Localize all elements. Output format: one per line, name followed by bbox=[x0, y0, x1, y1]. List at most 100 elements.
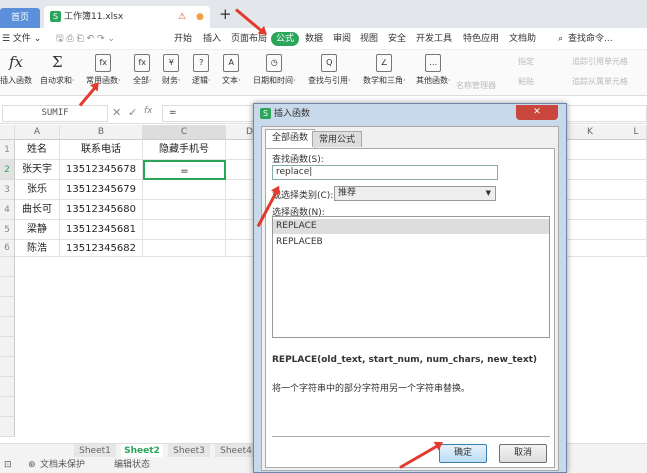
cell[interactable]: 13512345682 bbox=[60, 240, 143, 257]
row-header[interactable] bbox=[0, 257, 15, 277]
row-header[interactable]: 5 bbox=[0, 220, 15, 240]
insert-function-button[interactable]: fx 插入函数 bbox=[0, 54, 32, 86]
cell[interactable]: 13512345679 bbox=[60, 180, 143, 200]
row-header[interactable] bbox=[0, 357, 15, 377]
sheet-tab-2[interactable]: Sheet2 bbox=[121, 444, 163, 458]
quick-access-icons[interactable]: 🖫 ⎙ ⎗ ↶ ↷ ⌄ bbox=[56, 28, 115, 50]
menu-formula[interactable]: 公式 bbox=[271, 32, 300, 46]
math-icon: ∠ bbox=[376, 54, 393, 72]
tab-workbook[interactable]: S 工作簿11.xlsx ⚠ ● bbox=[44, 6, 210, 28]
text-button[interactable]: A 文本· bbox=[222, 54, 241, 86]
column-header-b[interactable]: B bbox=[60, 125, 143, 140]
function-list[interactable]: REPLACE REPLACEB bbox=[272, 216, 550, 338]
row-header[interactable] bbox=[0, 337, 15, 357]
cell[interactable]: 13512345680 bbox=[60, 200, 143, 220]
function-search-input[interactable]: replace| bbox=[272, 165, 498, 180]
name-box[interactable]: SUMIF bbox=[2, 105, 108, 122]
specify-button[interactable]: 指定 bbox=[518, 56, 534, 67]
select-all[interactable] bbox=[0, 125, 15, 140]
cell[interactable]: 梁静 bbox=[15, 220, 60, 240]
dialog-title: 插入函数 bbox=[274, 109, 311, 119]
row-header[interactable]: 6 bbox=[0, 240, 15, 257]
confirm-icon[interactable]: ✓ bbox=[128, 106, 137, 119]
cell[interactable]: 13512345681 bbox=[60, 220, 143, 240]
paste-button[interactable]: 粘贴 bbox=[518, 76, 534, 87]
row-header[interactable] bbox=[0, 397, 15, 417]
autosum-button[interactable]: Σ 自动求和· bbox=[40, 54, 75, 86]
layout-icon: ⊡ bbox=[4, 460, 12, 470]
cell[interactable]: 13512345678 bbox=[60, 160, 143, 180]
fx-icon[interactable]: fx bbox=[144, 106, 153, 116]
cell[interactable] bbox=[143, 240, 226, 257]
cell[interactable]: 曲长可 bbox=[15, 200, 60, 220]
cell[interactable]: = bbox=[143, 160, 226, 180]
row-header[interactable] bbox=[0, 417, 15, 437]
cell[interactable]: 张乐 bbox=[15, 180, 60, 200]
menu-special[interactable]: 特色应用 bbox=[463, 28, 499, 50]
function-item-replace[interactable]: REPLACE bbox=[273, 219, 549, 234]
row-header[interactable]: 4 bbox=[0, 200, 15, 220]
tab-home[interactable]: 首页 bbox=[0, 8, 40, 28]
cancel-button[interactable]: 取消 bbox=[499, 444, 547, 463]
lookup-button[interactable]: Q 查找与引用· bbox=[308, 54, 351, 86]
menu-review[interactable]: 审阅 bbox=[333, 28, 351, 50]
trace-precedents-button[interactable]: 追踪引用单元格 bbox=[572, 56, 628, 67]
new-tab-button[interactable]: + bbox=[219, 5, 232, 23]
logical-button[interactable]: ? 逻辑· bbox=[192, 54, 211, 86]
trace-dependents-button[interactable]: 追踪从属单元格 bbox=[572, 76, 628, 87]
cell[interactable]: 陈浩 bbox=[15, 240, 60, 257]
column-header-k[interactable]: K bbox=[580, 125, 600, 140]
cell[interactable]: 姓名 bbox=[15, 140, 60, 160]
ok-button[interactable]: 确定 bbox=[439, 444, 487, 463]
yen-icon: ¥ bbox=[163, 54, 180, 72]
menu-insert[interactable]: 插入 bbox=[203, 28, 221, 50]
cell[interactable]: 联系电话 bbox=[60, 140, 143, 160]
name-manager-button[interactable]: 名称管理器 bbox=[456, 80, 496, 91]
function-signature: REPLACE(old_text, start_num, num_chars, … bbox=[272, 355, 538, 365]
all-functions-button[interactable]: fx 全部· bbox=[133, 54, 152, 86]
tab-common-formulas[interactable]: 常用公式 bbox=[312, 131, 363, 147]
cancel-icon[interactable]: ✕ bbox=[112, 106, 121, 119]
menu-view[interactable]: 视图 bbox=[360, 28, 378, 50]
common-functions-button[interactable]: fx 常用函数· bbox=[86, 54, 121, 86]
menu-start[interactable]: 开始 bbox=[174, 28, 192, 50]
cell[interactable]: 隐藏手机号 bbox=[143, 140, 226, 160]
function-item-replaceb[interactable]: REPLACEB bbox=[273, 235, 549, 250]
other-functions-button[interactable]: … 其他函数· bbox=[416, 54, 451, 86]
row-header[interactable] bbox=[0, 317, 15, 337]
row-header[interactable] bbox=[0, 277, 15, 297]
financial-button[interactable]: ¥ 财务· bbox=[162, 54, 181, 86]
unsaved-dot-icon: ● bbox=[196, 12, 204, 22]
sheet-tab-4[interactable]: Sheet4 bbox=[215, 444, 257, 458]
sheet-tab-3[interactable]: Sheet3 bbox=[168, 444, 210, 458]
column-header-c[interactable]: C bbox=[143, 125, 226, 140]
cell[interactable]: 张天宇 bbox=[15, 160, 60, 180]
menu-developer[interactable]: 开发工具 bbox=[416, 28, 452, 50]
shield-icon: ⊛ bbox=[28, 460, 36, 470]
protect-status[interactable]: 文档未保护 bbox=[40, 457, 85, 473]
cell[interactable] bbox=[143, 220, 226, 240]
row-header[interactable] bbox=[0, 377, 15, 397]
math-button[interactable]: ∠ 数学和三角· bbox=[363, 54, 406, 86]
column-header-a[interactable]: A bbox=[15, 125, 60, 140]
command-search[interactable]: 查找命令... bbox=[568, 28, 613, 50]
row-header[interactable]: 2 bbox=[0, 160, 15, 180]
file-menu[interactable]: ☰ 文件 ⌄ bbox=[2, 28, 41, 50]
menu-data[interactable]: 数据 bbox=[305, 28, 323, 50]
function-icon: fx bbox=[134, 54, 151, 72]
row-header[interactable] bbox=[0, 297, 15, 317]
cell[interactable] bbox=[143, 180, 226, 200]
column-header-l[interactable]: L bbox=[626, 125, 646, 140]
sheet-tab-1[interactable]: Sheet1 bbox=[74, 444, 116, 458]
sigma-icon: Σ bbox=[51, 53, 63, 71]
category-select[interactable]: 推荐 ▼ bbox=[334, 186, 496, 201]
row-header[interactable]: 1 bbox=[0, 140, 15, 160]
close-button[interactable]: ✕ bbox=[516, 105, 558, 120]
cell[interactable] bbox=[143, 200, 226, 220]
lookup-icon: Q bbox=[321, 54, 338, 72]
datetime-button[interactable]: ◷ 日期和时间· bbox=[253, 54, 296, 86]
tab-all-functions[interactable]: 全部函数 bbox=[265, 129, 316, 148]
menu-doc-helper[interactable]: 文档助 bbox=[509, 28, 536, 50]
row-header[interactable]: 3 bbox=[0, 180, 15, 200]
menu-security[interactable]: 安全 bbox=[388, 28, 406, 50]
